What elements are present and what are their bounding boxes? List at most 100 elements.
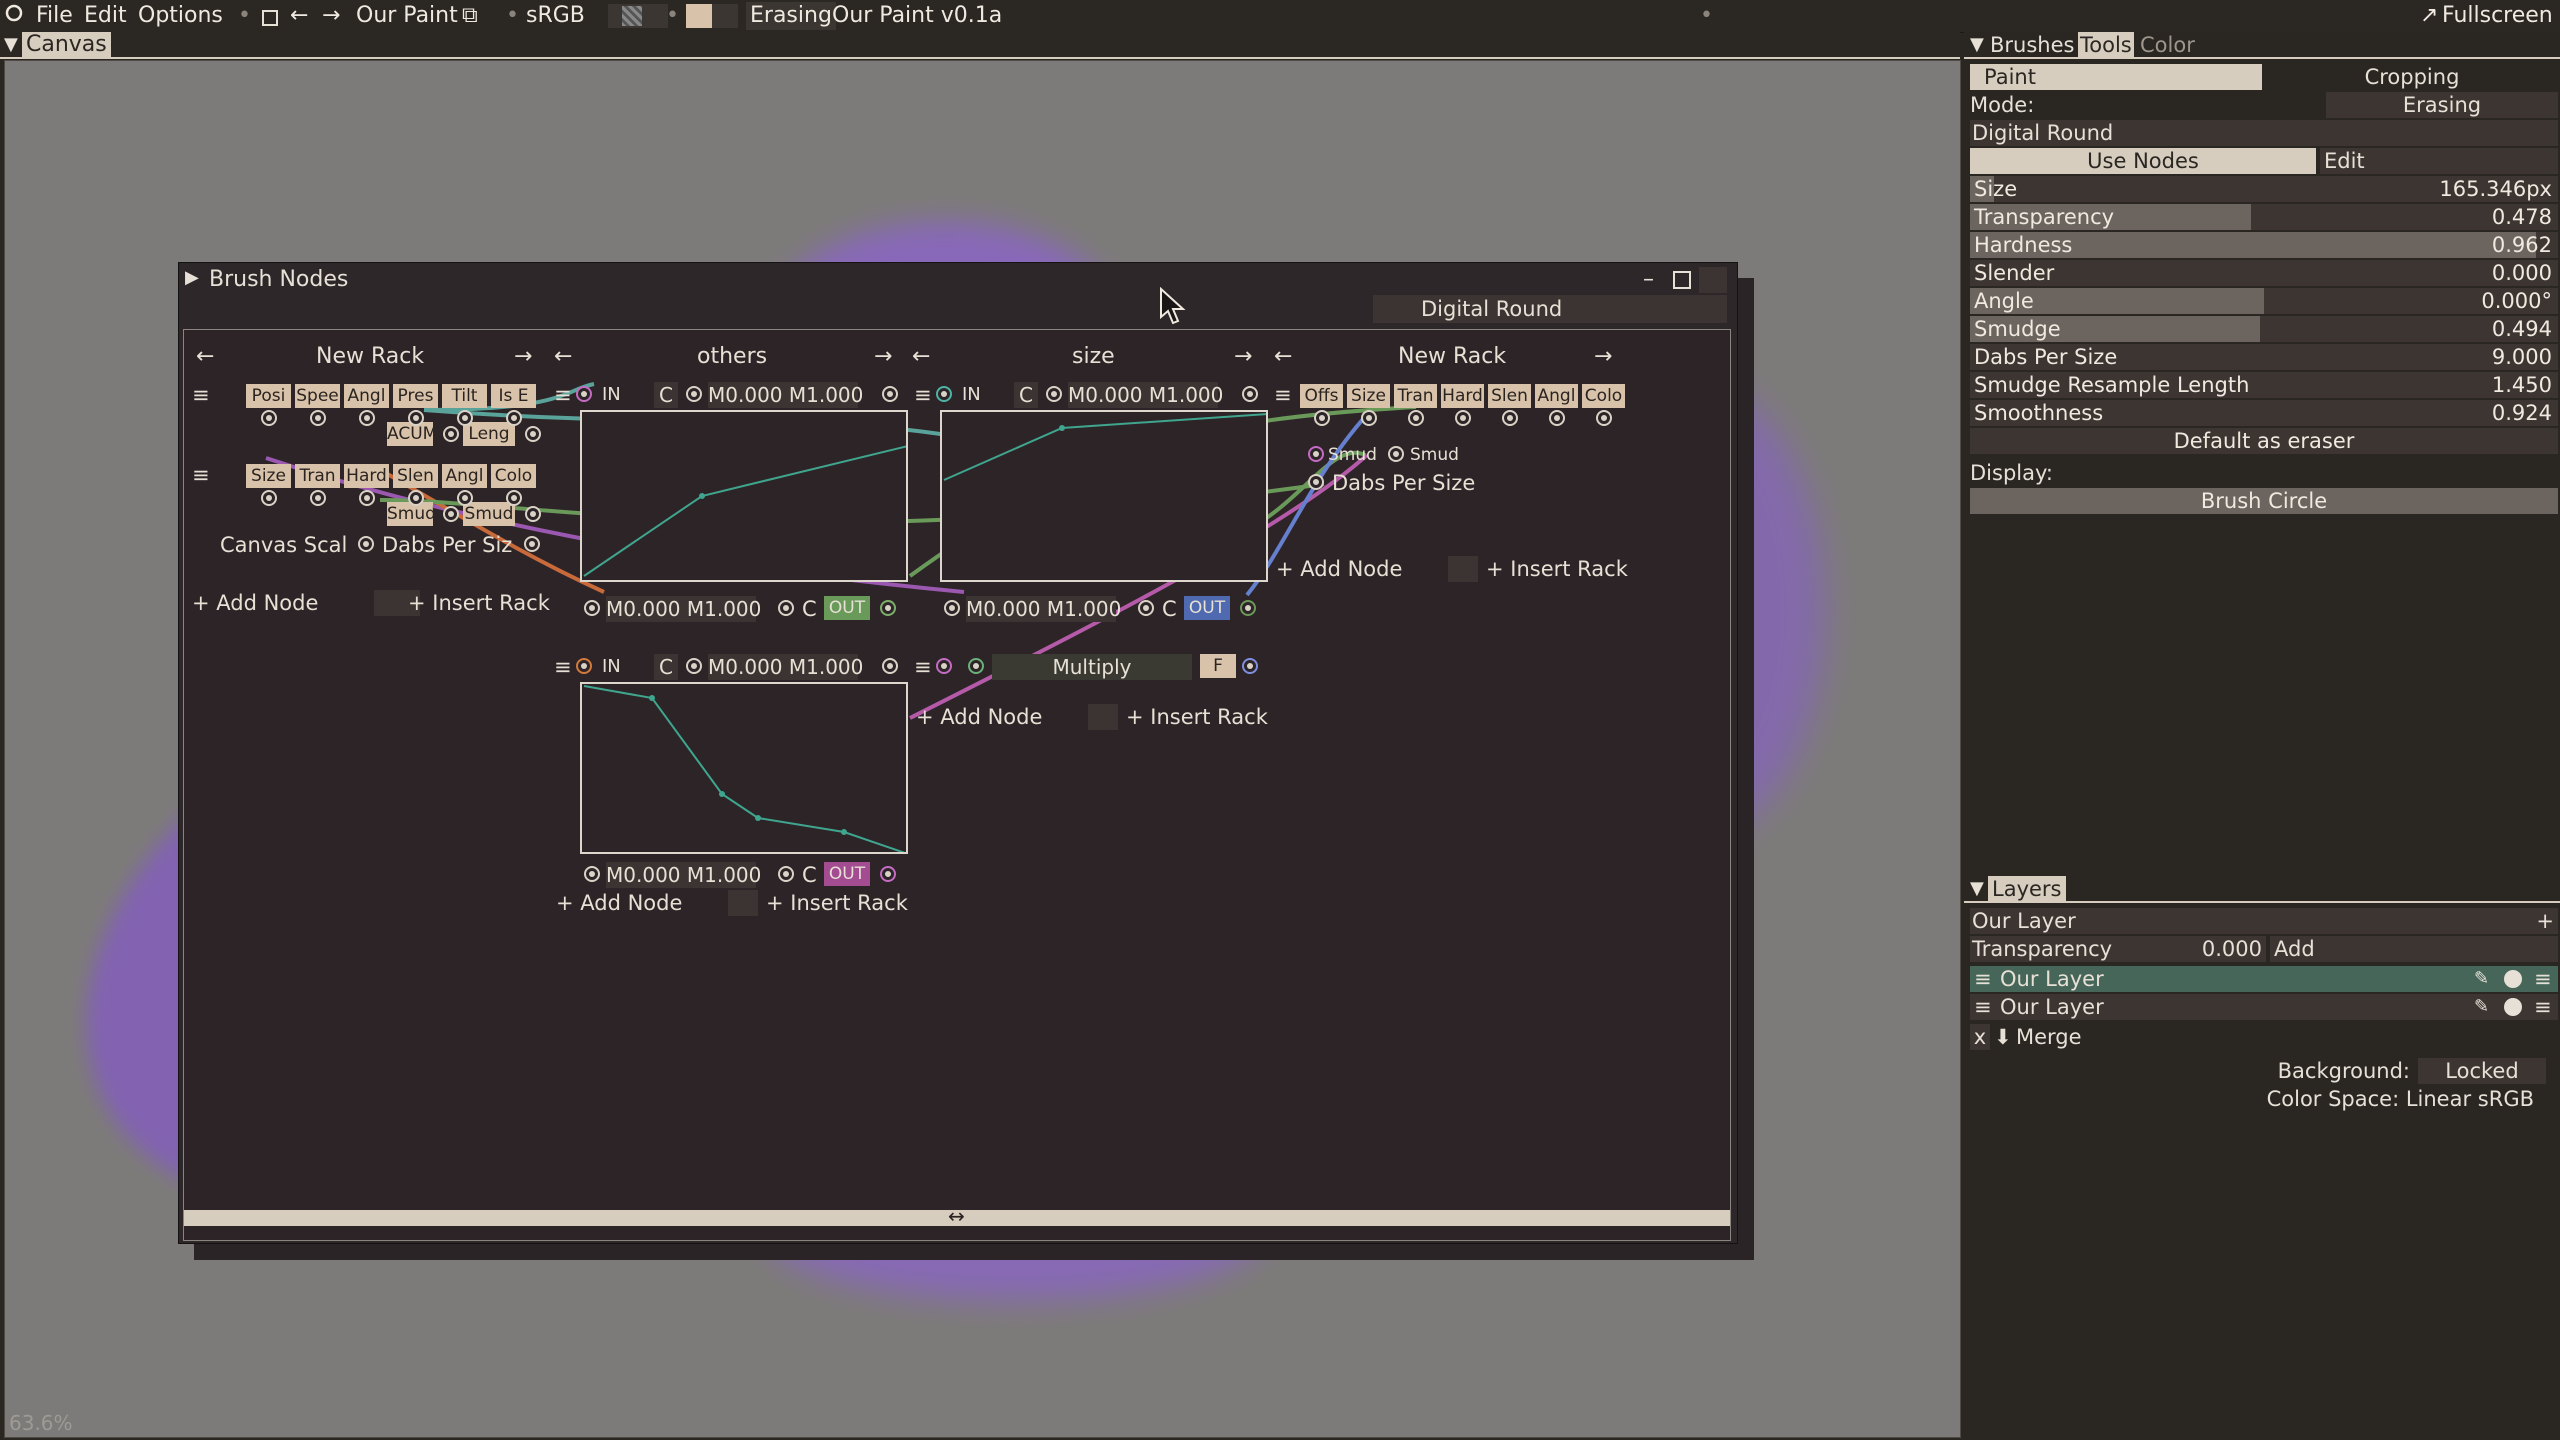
curve-graph[interactable] bbox=[940, 410, 1268, 582]
layer-name-field[interactable]: Our Layer + bbox=[1970, 908, 2558, 934]
output-socket[interactable] bbox=[1454, 410, 1471, 426]
output-tag[interactable]: Slen bbox=[1488, 384, 1531, 408]
input-socket[interactable] bbox=[407, 490, 424, 506]
output-socket[interactable] bbox=[1308, 446, 1324, 462]
duplicate-window-icon[interactable]: ⧉ bbox=[462, 2, 478, 30]
input-socket[interactable] bbox=[407, 410, 424, 426]
undo-arrow-icon[interactable]: ← bbox=[290, 2, 308, 30]
input-socket[interactable] bbox=[525, 506, 541, 522]
visibility-icon[interactable] bbox=[2504, 998, 2522, 1016]
output-tag[interactable]: Hard bbox=[1441, 384, 1484, 408]
fullscreen-button[interactable]: Fullscreen bbox=[2442, 2, 2553, 30]
multiply-out-socket[interactable] bbox=[1242, 658, 1258, 674]
slider-slender[interactable]: Slender 0.000 bbox=[1970, 260, 2558, 286]
input-socket[interactable] bbox=[505, 410, 522, 426]
cropping-tool-button[interactable]: Cropping bbox=[2266, 64, 2558, 90]
slider-transparency[interactable]: Transparency 0.478 bbox=[1970, 204, 2558, 230]
insert-rack-button[interactable]: + Insert Rack bbox=[1126, 704, 1268, 730]
brush-color-swatch[interactable] bbox=[686, 4, 712, 28]
input-socket[interactable] bbox=[358, 490, 375, 506]
rack-right-arrow-icon[interactable]: → bbox=[514, 344, 532, 369]
input-tag[interactable]: Tilt bbox=[442, 384, 487, 408]
color-space-selector[interactable]: sRGB bbox=[526, 2, 585, 30]
curve-clamp-toggle[interactable]: C bbox=[1014, 382, 1038, 408]
menu-file[interactable]: File bbox=[36, 2, 73, 30]
fullscreen-icon[interactable]: ↗ bbox=[2420, 2, 2438, 30]
add-node-field[interactable] bbox=[728, 890, 758, 916]
curve-range-field[interactable]: M0.000 M1.000 bbox=[1068, 382, 1223, 408]
rack-left-arrow-icon[interactable]: ← bbox=[196, 344, 214, 369]
edit-nodes-button[interactable]: Edit bbox=[2320, 148, 2558, 174]
input-socket[interactable] bbox=[505, 490, 522, 506]
input-socket[interactable] bbox=[260, 490, 277, 506]
brush-nodes-window[interactable]: ▶ Brush Nodes – Digital Round ← New Rack… bbox=[178, 262, 1738, 1244]
output-tag[interactable]: Offs bbox=[1300, 384, 1343, 408]
new-window-icon[interactable] bbox=[262, 6, 278, 34]
add-node-button[interactable]: + Add Node bbox=[192, 590, 318, 616]
horizontal-scrollbar[interactable]: ↔ bbox=[184, 1204, 1730, 1228]
use-nodes-toggle[interactable]: Use Nodes bbox=[1970, 148, 2316, 174]
slider-angle[interactable]: Angle 0.000° bbox=[1970, 288, 2558, 314]
tab-tools[interactable]: Tools bbox=[2078, 32, 2134, 58]
node-menu-icon[interactable]: ≡ bbox=[914, 654, 932, 680]
curve-socket[interactable] bbox=[778, 600, 794, 616]
input-tag[interactable]: Tran bbox=[295, 464, 340, 488]
rack-right-arrow-icon[interactable]: → bbox=[874, 344, 892, 369]
curve-in-socket[interactable] bbox=[936, 386, 952, 402]
input-tag[interactable]: Slen bbox=[393, 464, 438, 488]
merge-button[interactable]: Merge bbox=[2016, 1024, 2082, 1050]
output-socket[interactable] bbox=[1501, 410, 1518, 426]
multiply-in-socket[interactable] bbox=[936, 658, 952, 674]
input-tag[interactable]: Is E bbox=[491, 384, 536, 408]
background-locked-toggle[interactable]: Locked bbox=[2418, 1058, 2546, 1084]
curve-socket[interactable] bbox=[686, 658, 702, 674]
tab-color[interactable]: Color bbox=[2140, 32, 2195, 58]
input-tag[interactable]: ACUM bbox=[387, 422, 433, 446]
mode-selector[interactable]: Erasing bbox=[2326, 92, 2558, 118]
menu-options[interactable]: Options bbox=[138, 2, 223, 30]
curve-range-field[interactable]: M0.000 M1.000 bbox=[708, 382, 863, 408]
multiply-in-socket[interactable] bbox=[968, 658, 984, 674]
curve-out-socket[interactable] bbox=[880, 600, 896, 616]
node-menu-icon[interactable]: ≡ bbox=[554, 654, 572, 680]
collapse-triangle-icon[interactable]: ▼ bbox=[4, 32, 18, 58]
layer-menu-icon[interactable]: ≡ bbox=[2534, 994, 2552, 1020]
input-socket[interactable] bbox=[358, 536, 374, 552]
expand-triangle-icon[interactable]: ▶ bbox=[185, 267, 199, 288]
input-socket[interactable] bbox=[443, 426, 459, 442]
canvas-tab[interactable]: Canvas bbox=[22, 32, 111, 58]
curve-out-socket[interactable] bbox=[1240, 600, 1256, 616]
layer-item-active[interactable]: ≡ Our Layer ✎ ≡ bbox=[1970, 966, 2558, 992]
curve-graph[interactable] bbox=[580, 410, 908, 582]
output-socket[interactable] bbox=[1595, 410, 1612, 426]
node-editor[interactable]: ← New Rack → ← others → ← size → ← New R… bbox=[183, 329, 1731, 1241]
add-node-button[interactable]: + Add Node bbox=[1276, 556, 1402, 582]
curve-socket[interactable] bbox=[686, 386, 702, 402]
checker-icon[interactable] bbox=[622, 6, 642, 26]
redo-arrow-icon[interactable]: → bbox=[322, 2, 340, 30]
rack-left-arrow-icon[interactable]: ← bbox=[1274, 344, 1292, 369]
blend-mode-selector[interactable]: Add bbox=[2270, 936, 2558, 962]
insert-rack-button[interactable]: + Insert Rack bbox=[408, 590, 550, 616]
slider-hardness[interactable]: Hardness 0.962 bbox=[1970, 232, 2558, 258]
slider-size[interactable]: Size 165.346px bbox=[1970, 176, 2558, 202]
output-tag[interactable]: Angl bbox=[1535, 384, 1578, 408]
input-tag[interactable]: Pres bbox=[393, 384, 438, 408]
minimize-icon[interactable]: – bbox=[1643, 265, 1654, 295]
input-socket[interactable] bbox=[456, 410, 473, 426]
output-socket[interactable] bbox=[1407, 410, 1424, 426]
drag-handle-icon[interactable]: ≡ bbox=[1974, 994, 1992, 1020]
input-tag[interactable]: Hard bbox=[344, 464, 389, 488]
input-tag[interactable]: Smud bbox=[387, 502, 433, 526]
maximize-icon[interactable] bbox=[1673, 271, 1691, 289]
brush-lock-icon[interactable]: ✎ bbox=[2474, 994, 2489, 1020]
rack-left-arrow-icon[interactable]: ← bbox=[554, 344, 572, 369]
insert-rack-button[interactable]: + Insert Rack bbox=[766, 890, 908, 916]
tab-brushes[interactable]: Brushes bbox=[1990, 32, 2074, 58]
curve-in-socket[interactable] bbox=[576, 386, 592, 402]
curve-graph[interactable] bbox=[580, 682, 908, 854]
merge-down-icon[interactable]: ⬇ bbox=[1994, 1024, 2012, 1050]
input-tag[interactable]: Angl bbox=[344, 384, 389, 408]
curve-range-field[interactable]: M0.000 M1.000 bbox=[966, 596, 1121, 622]
curve-socket[interactable] bbox=[1138, 600, 1154, 616]
